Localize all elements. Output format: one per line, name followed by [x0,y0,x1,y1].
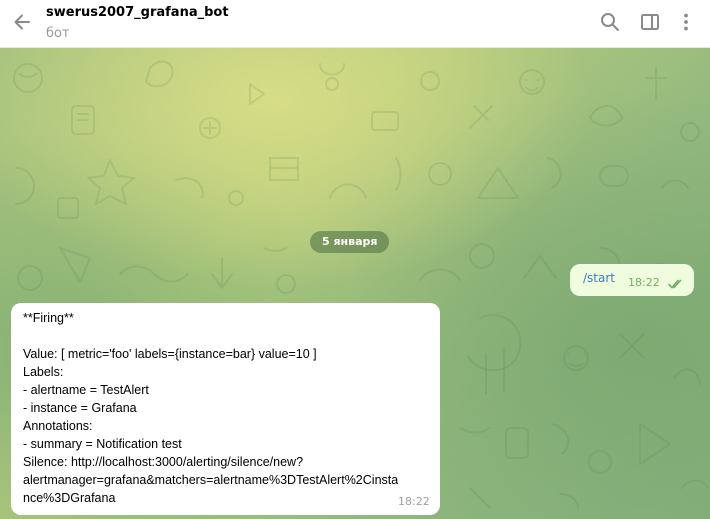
incoming-message[interactable]: **Firing** Value: [ metric='foo' labels=… [11,303,440,515]
date-divider: 5 января [310,231,390,253]
message-line: Annotations: [23,419,93,433]
outgoing-message[interactable]: /start 18:22 [570,264,694,296]
search-button[interactable] [596,10,624,38]
message-line: alertmanager=grafana&matchers=alertname%… [23,473,399,487]
message-line [23,327,428,345]
search-icon [600,12,620,36]
back-button[interactable] [6,8,38,40]
message-line: Labels: [23,365,64,379]
message-line: - alertname = TestAlert [23,383,149,397]
toggle-sidebar-button[interactable] [636,10,664,38]
arrow-left-icon [12,12,32,36]
message-line: Silence: http://localhost:3000/alerting/… [23,455,304,469]
sidebar-panel-icon [640,12,660,36]
start-command-link[interactable]: /start [583,271,615,285]
more-menu-button[interactable] [672,10,700,38]
chat-header: swerus2007_grafana_bot бот [0,0,710,48]
more-vertical-icon [676,12,696,36]
message-time: 18:22 [398,495,430,508]
chat-area[interactable]: 5 января /start 18:22 **Firing** Value: … [0,48,710,519]
message-time: 18:22 [628,276,660,289]
message-line: Value: [ metric='foo' labels={instance=b… [23,347,317,361]
chat-subtitle: бот [46,26,70,41]
message-text: **Firing** Value: [ metric='foo' labels=… [23,309,428,507]
message-line: nce%3DGrafana [23,491,116,505]
message-line: - instance = Grafana [23,401,137,415]
chat-title[interactable]: swerus2007_grafana_bot [46,5,229,20]
double-check-icon [668,274,684,293]
message-line: **Firing** [23,311,74,325]
message-line: - summary = Notification test [23,437,182,451]
